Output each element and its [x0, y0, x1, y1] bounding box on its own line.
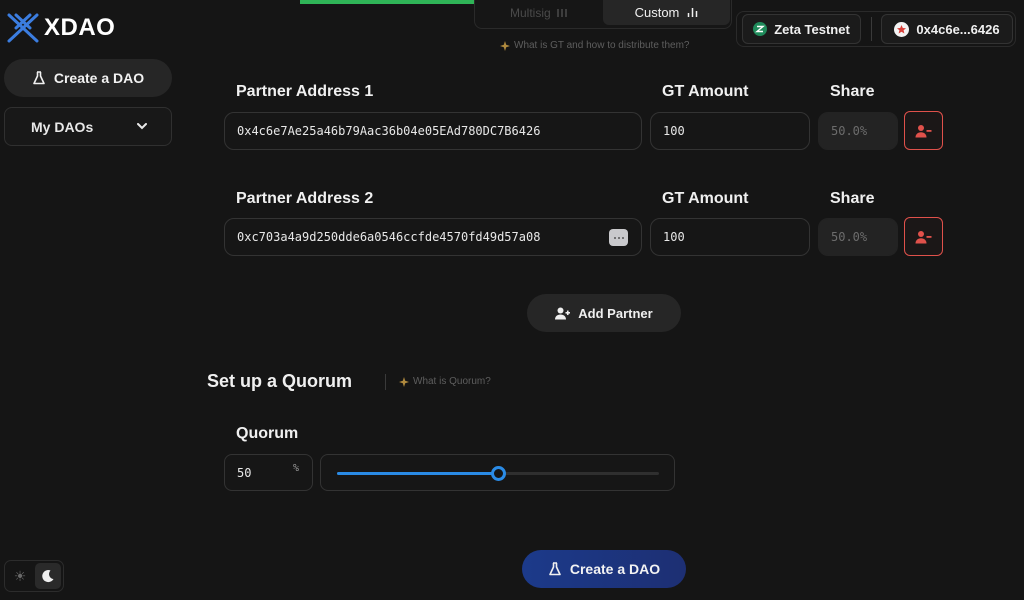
zeta-network-icon	[753, 22, 768, 36]
quorum-value: 50	[237, 466, 252, 480]
partner-2-gt-input[interactable]: 100	[650, 218, 810, 256]
partner-1-share-value: 50.0%	[831, 124, 868, 138]
partner-2-address-value: 0xc703a4a9d250dde6a0546ccfde4570fd49d57a…	[237, 230, 541, 244]
quorum-slider[interactable]	[320, 454, 675, 491]
create-dao-submit-label: Create a DAO	[569, 561, 661, 577]
partner-1-gt-input[interactable]: 100	[650, 112, 810, 150]
partner-2-remove-button[interactable]	[904, 217, 943, 256]
gt-help-link[interactable]: What is GT and how to distribute them?	[500, 40, 689, 51]
account-address: 0x4c6e...6426	[916, 21, 1000, 37]
address-autofill-icon[interactable]	[609, 229, 628, 246]
tab-custom-label: Custom	[634, 5, 680, 20]
partner-2-share-value: 50.0%	[831, 230, 868, 244]
sparkle-icon	[500, 40, 510, 51]
tab-custom[interactable]: Custom	[603, 0, 730, 25]
brand-logo[interactable]: XDAO	[6, 12, 115, 44]
network-name: Zeta Testnet	[774, 21, 850, 37]
partner-1-share-field: 50.0%	[818, 112, 898, 150]
quorum-section-title: Set up a Quorum	[207, 371, 353, 391]
user-remove-icon	[915, 230, 932, 243]
chevron-down-icon	[137, 123, 147, 130]
tab-multisig-label: Multisig	[510, 6, 551, 20]
quorum-input[interactable]: 50 %	[224, 454, 313, 491]
network-selector[interactable]: Zeta Testnet	[742, 14, 861, 44]
moon-icon[interactable]	[35, 563, 61, 589]
partner-1-address-label: Partner Address 1	[236, 83, 374, 100]
gt-help-text: What is GT and how to distribute them?	[514, 40, 690, 51]
partner-1-gt-label: GT Amount	[662, 83, 749, 100]
quorum-slider-thumb[interactable]	[491, 466, 506, 481]
partner-2-share-label: Share	[830, 190, 875, 207]
sparkle-icon	[399, 376, 409, 387]
user-remove-icon	[915, 124, 932, 137]
quorum-unit: %	[293, 463, 300, 474]
bars-icon	[556, 9, 567, 17]
partner-2-gt-label: GT Amount	[662, 190, 749, 207]
sun-icon[interactable]: ☀	[7, 563, 33, 589]
wallet-divider	[871, 17, 872, 41]
sidebar-create-dao-button[interactable]: Create a DAO	[4, 59, 172, 97]
partner-2-gt-value: 100	[663, 230, 685, 244]
my-daos-dropdown[interactable]: My DAOs	[4, 107, 172, 146]
create-dao-submit-button[interactable]: Create a DAO	[522, 550, 686, 588]
bar-chart-icon	[688, 8, 698, 17]
my-daos-label: My DAOs	[31, 118, 94, 135]
quorum-help-text: What is Quorum?	[413, 376, 491, 387]
partner-1-gt-value: 100	[663, 124, 685, 138]
partner-2-share-field: 50.0%	[818, 218, 898, 256]
partner-2-address-label: Partner Address 2	[236, 190, 374, 207]
partner-2-address-input[interactable]: 0xc703a4a9d250dde6a0546ccfde4570fd49d57a…	[224, 218, 642, 256]
account-button[interactable]: 0x4c6e...6426	[881, 14, 1013, 44]
add-partner-label: Add Partner	[578, 305, 653, 321]
quorum-slider-fill	[337, 472, 498, 475]
user-add-icon	[555, 307, 571, 319]
account-avatar-icon	[894, 21, 910, 37]
add-partner-button[interactable]: Add Partner	[527, 294, 681, 332]
theme-toggle[interactable]: ☀	[4, 560, 64, 592]
quorum-title-divider	[385, 374, 386, 390]
partner-1-share-label: Share	[830, 83, 875, 100]
quorum-slider-track[interactable]	[337, 466, 659, 481]
flask-icon	[549, 562, 561, 576]
partner-1-address-input[interactable]: 0x4c6e7Ae25a46b79Aac36b04e05EAd780DC7B64…	[224, 112, 642, 150]
tab-multisig[interactable]: Multisig	[510, 6, 567, 20]
xdao-logo-icon	[7, 13, 39, 43]
brand-name: XDAO	[44, 14, 116, 41]
partner-1-remove-button[interactable]	[904, 111, 943, 150]
sidebar-create-dao-label: Create a DAO	[53, 70, 145, 86]
partner-1-address-value: 0x4c6e7Ae25a46b79Aac36b04e05EAd780DC7B64…	[237, 124, 541, 138]
quorum-label: Quorum	[236, 425, 299, 442]
quorum-help-link[interactable]: What is Quorum?	[399, 376, 491, 387]
flask-icon	[33, 71, 45, 85]
